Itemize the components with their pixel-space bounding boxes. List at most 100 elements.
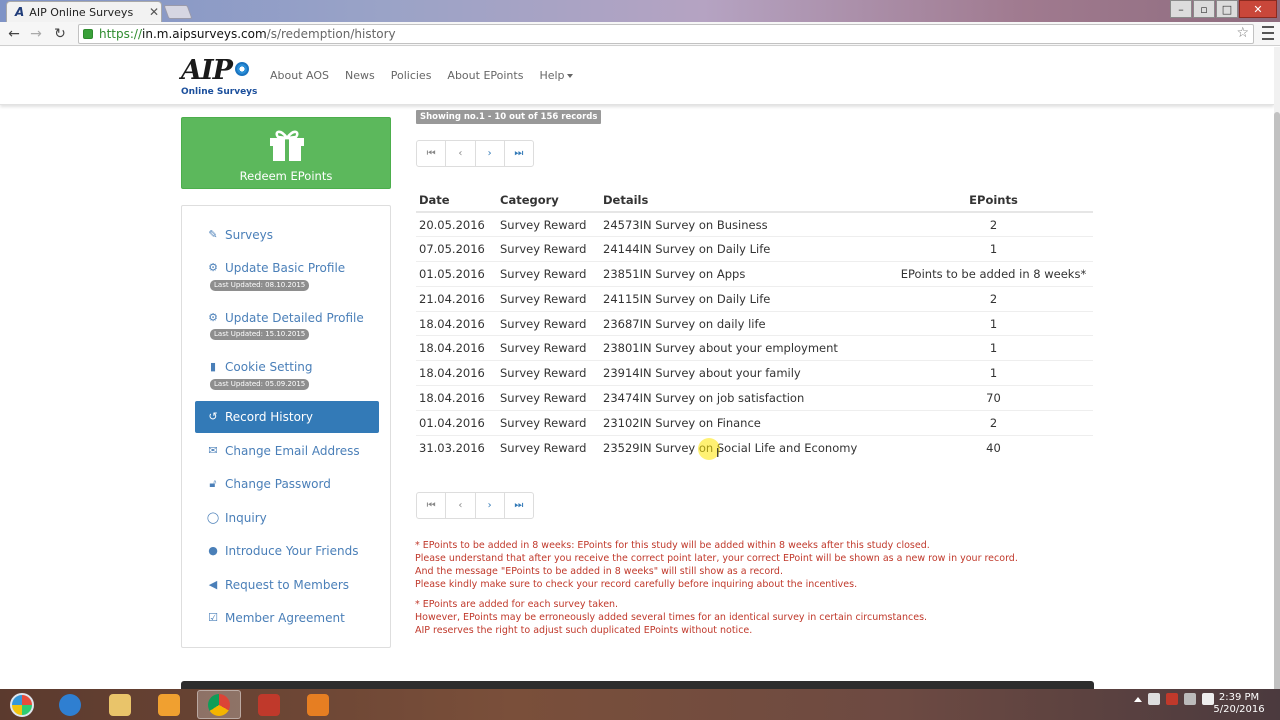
cell-details: 23474IN Survey on job satisfaction — [600, 385, 894, 411]
taskbar-chrome[interactable] — [197, 690, 241, 719]
last-page-icon[interactable]: ⏭ — [505, 141, 533, 166]
sidebar-item-update-detailed-profile[interactable]: ⚙ Update Detailed Profile — [195, 306, 379, 330]
network-icon[interactable] — [1148, 693, 1160, 705]
record-history-table: Date Category Details EPoints 20.05.2016… — [416, 188, 1093, 460]
sidebar-item-label: Surveys — [225, 228, 273, 242]
window-maximize-button[interactable]: □ — [1216, 0, 1238, 18]
bookmark-star-icon[interactable]: ☆ — [1236, 25, 1249, 41]
start-button[interactable] — [2, 690, 42, 719]
sidebar-item-change-email[interactable]: ✉ Change Email Address — [195, 439, 379, 463]
cell-epoints: 1 — [894, 360, 1093, 386]
media-player-icon — [158, 693, 180, 716]
cell-date: 01.05.2016 — [416, 261, 497, 287]
sidebar-item-change-password[interactable]: 🔓︎ Change Password — [195, 472, 379, 496]
nav-about-epoints[interactable]: About EPoints — [447, 69, 523, 82]
sidebar-item-label: Record History — [225, 410, 313, 424]
reload-icon[interactable]: ↻ — [50, 24, 70, 44]
browser-menu-icon[interactable] — [1262, 26, 1274, 40]
table-row: 07.05.2016 Survey Reward 24144IN Survey on… — [416, 236, 1093, 262]
cell-date: 18.04.2016 — [416, 360, 497, 386]
site-header: AIP Online Surveys About AOS News Polici… — [0, 47, 1274, 105]
caret-down-icon — [566, 74, 573, 78]
nav-help-label: Help — [539, 69, 565, 82]
table-row: 01.05.2016 Survey Reward 23851IN Survey on… — [416, 261, 1093, 287]
browser-tab[interactable]: A AIP Online Surveys ✕ — [6, 1, 162, 22]
prev-page-icon[interactable]: ‹ — [446, 493, 476, 518]
first-page-icon[interactable]: ⏮ — [417, 493, 447, 518]
sidebar-item-update-basic-profile[interactable]: ⚙ Update Basic Profile — [195, 256, 379, 280]
cell-date: 18.04.2016 — [416, 335, 497, 361]
cell-date: 01.04.2016 — [416, 409, 497, 436]
envelope-icon: ✉ — [208, 444, 218, 457]
nav-policies[interactable]: Policies — [391, 69, 432, 82]
redeem-epoints-button[interactable]: Redeem EPoints — [181, 117, 391, 189]
taskbar-recorder[interactable] — [296, 690, 340, 719]
taskbar-ie[interactable] — [48, 690, 92, 719]
tray-expand-icon[interactable] — [1134, 696, 1142, 702]
edit-icon: ✎ — [208, 228, 218, 241]
taskbar-clock[interactable]: 2:39 PM 5/20/2016 — [1210, 692, 1268, 716]
epoints-notes-1: * EPoints to be added in 8 weeks: EPoint… — [415, 539, 1018, 591]
sidebar-item-label: Update Detailed Profile — [225, 311, 364, 325]
column-header-details: Details — [600, 188, 894, 213]
window-restore-button[interactable]: ▫ — [1193, 0, 1215, 18]
tab-close-icon[interactable]: ✕ — [147, 5, 161, 19]
back-arrow-icon[interactable]: ← — [4, 24, 24, 44]
sidebar-item-record-history[interactable]: ↺ Record History — [195, 401, 379, 433]
next-page-icon[interactable]: › — [476, 493, 505, 518]
sidebar-item-surveys[interactable]: ✎ Surveys — [195, 223, 379, 247]
aip-logo[interactable]: AIP Online Surveys — [181, 55, 257, 99]
history-icon: ↺ — [208, 410, 218, 423]
next-page-icon[interactable]: › — [476, 141, 505, 166]
taskbar-acrobat[interactable] — [247, 690, 291, 719]
scrollbar-thumb[interactable] — [1274, 112, 1280, 702]
note-line: However, EPoints may be erroneously adde… — [415, 612, 928, 623]
taskbar-media-player[interactable] — [147, 690, 191, 719]
lock-icon — [83, 29, 93, 39]
note-line: AIP reserves the right to adjust such du… — [415, 625, 753, 636]
security-icon[interactable] — [1166, 693, 1178, 705]
cell-epoints: 1 — [894, 335, 1093, 361]
note-line: And the message "EPoints to be added in … — [415, 566, 783, 577]
cell-epoints: EPoints to be added in 8 weeks* — [894, 261, 1093, 287]
table-row: 21.04.2016 Survey Reward 24115IN Survey on… — [416, 285, 1093, 312]
window-close-button[interactable]: ✕ — [1239, 0, 1277, 18]
sidebar-item-inquiry[interactable]: ◯ Inquiry — [195, 506, 379, 530]
logo-text: AIP — [181, 55, 233, 86]
pagination-top: ⏮ ‹ › ⏭ — [416, 140, 534, 167]
prev-page-icon[interactable]: ‹ — [446, 141, 476, 166]
sidebar-item-label: Change Email Address — [225, 444, 360, 458]
sidebar-item-label: Inquiry — [225, 511, 267, 525]
forward-arrow-icon[interactable]: → — [26, 24, 46, 44]
new-tab-button[interactable] — [163, 5, 193, 19]
cell-category: Survey Reward — [497, 434, 600, 460]
page-scrollbar[interactable] — [1274, 47, 1280, 702]
window-minimize-button[interactable]: – — [1170, 0, 1192, 18]
status-badge: Last Updated: 05.09.2015 — [210, 379, 310, 390]
last-page-icon[interactable]: ⏭ — [505, 493, 533, 518]
sidebar-item-introduce-friends[interactable]: ● Introduce Your Friends — [195, 539, 379, 563]
sidebar-item-request-to-members[interactable]: ◀ Request to Members — [195, 573, 379, 597]
sidebar-item-cookie-setting[interactable]: ▮ Cookie Setting — [195, 355, 379, 379]
logo-subtitle: Online Surveys — [181, 87, 258, 97]
url-host: in.m.aipsurveys.com — [142, 27, 267, 41]
column-header-epoints: EPoints — [894, 188, 1093, 213]
nav-about-aos[interactable]: About AOS — [270, 69, 329, 82]
taskbar-explorer[interactable] — [98, 690, 142, 719]
cell-category: Survey Reward — [497, 236, 600, 262]
sidebar-item-member-agreement[interactable]: ☑ Member Agreement — [195, 606, 379, 630]
address-bar[interactable]: https://in.m.aipsurveys.com/s/redemption… — [78, 24, 1254, 44]
network-status-icon[interactable] — [1184, 693, 1196, 705]
first-page-icon[interactable]: ⏮ — [417, 141, 447, 166]
system-tray — [1134, 693, 1214, 705]
check-square-icon: ☑ — [208, 611, 218, 624]
nav-help[interactable]: Help — [539, 69, 573, 82]
cell-epoints: 2 — [894, 409, 1093, 436]
nav-news[interactable]: News — [345, 69, 375, 82]
note-line: * EPoints to be added in 8 weeks: EPoint… — [415, 540, 930, 551]
browser-toolbar: ← → ↻ https://in.m.aipsurveys.com/s/rede… — [0, 22, 1280, 46]
acrobat-icon — [258, 693, 280, 716]
cell-details: 23914IN Survey about your family — [600, 360, 894, 386]
comment-icon: ◯ — [206, 511, 220, 524]
cell-category: Survey Reward — [497, 360, 600, 386]
